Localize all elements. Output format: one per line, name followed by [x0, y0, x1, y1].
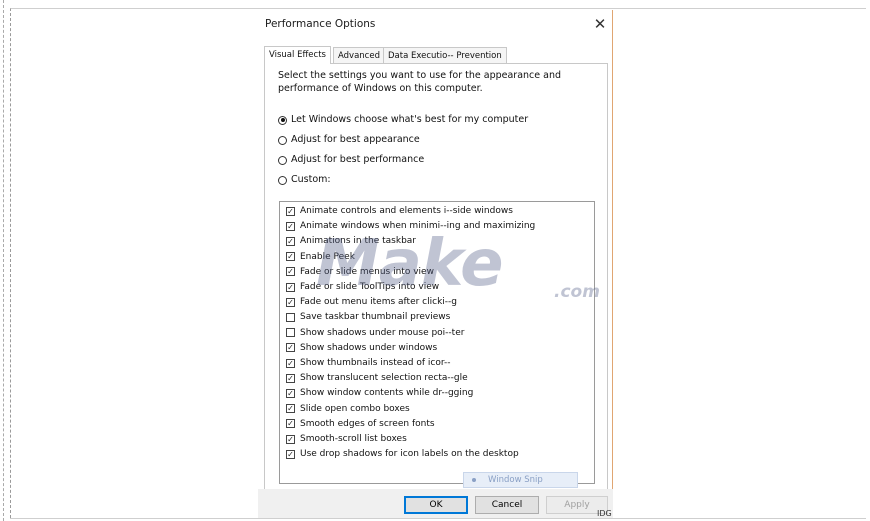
- checkmark-icon: ✓: [287, 373, 294, 383]
- checkmark-icon: ✓: [287, 343, 294, 353]
- effect-label: Enable Peek: [300, 251, 355, 262]
- radio-best-appearance[interactable]: Adjust for best appearance: [278, 133, 420, 147]
- left-dashed-guide: [3, 0, 5, 521]
- tab-strip: Visual Effects Advanced Data Executio-- …: [264, 46, 608, 64]
- effect-label: Show shadows under mouse poi--ter: [300, 327, 465, 338]
- close-button[interactable]: ✕: [589, 12, 611, 36]
- checkbox-checked[interactable]: ✓: [286, 404, 295, 414]
- checkbox-checked[interactable]: ✓: [286, 282, 295, 292]
- effect-checkbox-row[interactable]: ✓ Animations in the taskbar: [286, 235, 416, 247]
- effect-checkbox-row[interactable]: ✓ Slide open combo boxes: [286, 403, 410, 415]
- effect-label: Animate windows when minimi--ing and max…: [300, 221, 536, 232]
- window-snip-popup[interactable]: Window Snip: [463, 472, 578, 488]
- checkbox-checked[interactable]: ✓: [286, 221, 295, 231]
- ok-button[interactable]: OK: [404, 496, 468, 514]
- effect-checkbox-row[interactable]: ✓ Fade or slide ToolTips into view: [286, 281, 439, 293]
- checkbox-checked[interactable]: ✓: [286, 236, 295, 246]
- checkmark-icon: ✓: [287, 282, 294, 292]
- radio-button[interactable]: [278, 135, 287, 145]
- visual-effects-panel: Select the settings you want to use for …: [264, 63, 608, 494]
- checkmark-icon: ✓: [287, 419, 294, 429]
- checkbox-checked[interactable]: ✓: [286, 267, 295, 277]
- credit-label: IDG: [597, 509, 612, 518]
- checkbox-checked[interactable]: ✓: [286, 358, 295, 368]
- effect-label: Show translucent selection recta--gle: [300, 373, 468, 384]
- effect-checkbox-row[interactable]: ✓ Show thumbnails instead of icor--: [286, 357, 451, 369]
- radio-label: Let Windows choose what's best for my co…: [291, 114, 529, 125]
- checkmark-icon: ✓: [287, 404, 294, 414]
- radio-button[interactable]: [278, 115, 287, 125]
- effect-checkbox-row[interactable]: ✓ Use drop shadows for icon labels on the…: [286, 448, 519, 460]
- effect-checkbox-row[interactable]: Show shadows under mouse poi--ter: [286, 327, 464, 339]
- performance-options-dialog: Performance Options ✕ Visual Effects Adv…: [258, 10, 613, 518]
- radio-button[interactable]: [278, 175, 287, 185]
- effect-label: Show shadows under windows: [300, 342, 438, 353]
- panel-description: Select the settings you want to use for …: [278, 70, 562, 94]
- tab-visual-effects[interactable]: Visual Effects: [264, 46, 331, 64]
- close-icon: ✕: [593, 15, 607, 33]
- effect-label: Fade out menu items after clicki--g: [300, 297, 458, 308]
- radio-let-windows-choose[interactable]: Let Windows choose what's best for my co…: [278, 113, 528, 127]
- checkmark-icon: ✓: [287, 252, 294, 262]
- checkbox-checked[interactable]: ✓: [286, 449, 295, 459]
- effect-label: Animate controls and elements i--side wi…: [300, 206, 513, 216]
- effect-checkbox-row[interactable]: ✓ Enable Peek: [286, 251, 355, 263]
- checkbox-unchecked[interactable]: [286, 328, 295, 338]
- dialog-title: Performance Options: [265, 18, 376, 30]
- checkmark-icon: ✓: [287, 236, 294, 246]
- checkbox-checked[interactable]: ✓: [286, 373, 295, 383]
- checkbox-checked[interactable]: ✓: [286, 206, 295, 216]
- checkmark-icon: ✓: [287, 221, 294, 231]
- checkbox-checked[interactable]: ✓: [286, 252, 295, 262]
- effect-label: Animations in the taskbar: [300, 236, 417, 247]
- effect-checkbox-row[interactable]: ✓ Animate windows when minimi--ing and ma…: [286, 220, 535, 232]
- effect-label: Show window contents while dr--gging: [300, 388, 474, 399]
- effect-label: Smooth-scroll list boxes: [300, 434, 407, 444]
- effect-label: Show thumbnails instead of icor--: [300, 358, 451, 368]
- dialog-footer: OK Cancel Apply: [258, 489, 613, 518]
- checkmark-icon: ✓: [287, 449, 294, 459]
- effect-checkbox-row[interactable]: ✓ Smooth edges of screen fonts: [286, 418, 435, 430]
- effect-label: Fade or slide ToolTips into view: [300, 282, 440, 292]
- radio-button[interactable]: [278, 155, 287, 165]
- effect-checkbox-row[interactable]: Save taskbar thumbnail previews: [286, 311, 450, 323]
- checkmark-icon: ✓: [287, 388, 294, 398]
- effect-checkbox-row[interactable]: ✓ Fade or slide menus into view: [286, 266, 434, 278]
- checkmark-icon: ✓: [287, 206, 294, 216]
- screenshot-frame-bottom: [10, 518, 866, 519]
- title-bar[interactable]: Performance Options ✕: [258, 10, 613, 40]
- checkbox-checked[interactable]: ✓: [286, 297, 295, 307]
- effect-checkbox-row[interactable]: ✓ Fade out menu items after clicki--g: [286, 296, 457, 308]
- tab-data-execution-prevention[interactable]: Data Executio-- Prevention: [383, 47, 507, 63]
- effect-checkbox-row[interactable]: ✓ Smooth-scroll list boxes: [286, 433, 407, 445]
- checkmark-icon: ✓: [287, 297, 294, 307]
- effect-checkbox-row[interactable]: ✓ Animate controls and elements i--side w…: [286, 205, 513, 217]
- tab-advanced[interactable]: Advanced: [333, 47, 385, 63]
- radio-label: Adjust for best appearance: [291, 134, 420, 145]
- effect-label: Slide open combo boxes: [300, 403, 410, 414]
- radio-custom[interactable]: Custom:: [278, 173, 331, 187]
- effect-checkbox-row[interactable]: ✓ Show window contents while dr--gging: [286, 387, 473, 399]
- effect-checkbox-row[interactable]: ✓ Show shadows under windows: [286, 342, 437, 354]
- effect-label: Smooth edges of screen fonts: [300, 418, 435, 429]
- checkbox-checked[interactable]: ✓: [286, 343, 295, 353]
- cancel-button[interactable]: Cancel: [475, 496, 539, 514]
- checkmark-icon: ✓: [287, 267, 294, 277]
- snip-icon: [472, 478, 476, 482]
- effect-label: Save taskbar thumbnail previews: [300, 312, 451, 323]
- checkbox-checked[interactable]: ✓: [286, 388, 295, 398]
- radio-label: Adjust for best performance: [291, 154, 425, 165]
- checkbox-checked[interactable]: ✓: [286, 419, 295, 429]
- effect-checkbox-row[interactable]: ✓ Show translucent selection recta--gle: [286, 372, 468, 384]
- checkmark-icon: ✓: [287, 434, 294, 444]
- effect-label: Use drop shadows for icon labels on the …: [300, 449, 519, 460]
- radio-label: Custom:: [291, 174, 331, 185]
- checkmark-icon: ✓: [287, 358, 294, 368]
- effect-label: Fade or slide menus into view: [300, 266, 434, 277]
- checkbox-unchecked[interactable]: [286, 312, 295, 322]
- popup-label: Window Snip: [488, 475, 543, 485]
- radio-best-performance[interactable]: Adjust for best performance: [278, 153, 424, 167]
- effects-checkbox-list[interactable]: ✓ Animate controls and elements i--side w…: [279, 201, 595, 484]
- checkbox-checked[interactable]: ✓: [286, 434, 295, 444]
